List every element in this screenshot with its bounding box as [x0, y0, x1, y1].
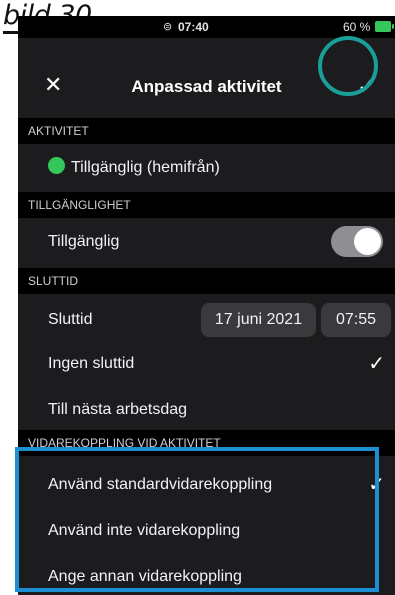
- activity-status-row[interactable]: Tillgänglig (hemifrån): [18, 146, 395, 190]
- status-available-icon: [48, 157, 65, 174]
- end-time-row: Sluttid 17 juni 2021 07:55: [18, 298, 395, 342]
- checkmark-icon: ✓: [368, 353, 385, 375]
- status-time: 07:40: [178, 20, 209, 34]
- battery-charging-icon: [375, 21, 394, 32]
- orientation-lock-icon: ⊜: [163, 21, 173, 33]
- availability-label: Tillgänglig: [48, 233, 120, 250]
- section-header-tillganglighet: TILLGÄNGLIGHET: [18, 192, 395, 218]
- option-no-end-time-label: Ingen sluttid: [48, 355, 135, 372]
- section-header-aktivitet: AKTIVITET: [18, 118, 395, 144]
- section-header-sluttid: SLUTTID: [18, 268, 395, 294]
- option-next-workday[interactable]: Till nästa arbetsdag: [18, 388, 395, 432]
- highlight-box-annotation: [15, 447, 379, 592]
- status-bar: ⊜ 07:40 60 %: [18, 16, 395, 38]
- battery-percentage: 60 %: [343, 20, 371, 34]
- end-date-picker[interactable]: 17 juni 2021: [201, 303, 316, 337]
- activity-status-label: Tillgänglig (hemifrån): [71, 159, 220, 176]
- end-time-picker[interactable]: 07:55: [321, 303, 391, 337]
- highlight-circle-annotation: [318, 36, 378, 96]
- availability-toggle[interactable]: [331, 226, 383, 257]
- option-no-end-time[interactable]: Ingen sluttid ✓: [18, 342, 395, 386]
- end-time-label: Sluttid: [48, 311, 93, 328]
- toggle-knob: [354, 228, 381, 255]
- availability-row: Tillgänglig: [18, 220, 395, 264]
- option-next-workday-label: Till nästa arbetsdag: [48, 401, 188, 418]
